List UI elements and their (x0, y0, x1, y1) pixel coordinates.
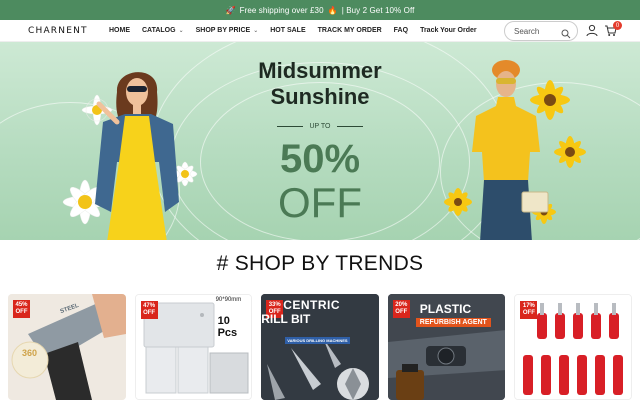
hero-model-left-image (62, 72, 198, 240)
nav-track-my-order[interactable]: TRACK MY ORDER (318, 27, 382, 34)
discount-badge: 17% OFF (520, 301, 538, 319)
cart-count-badge: 0 (613, 21, 622, 30)
search-box (504, 21, 578, 41)
nav-label: HOT SALE (270, 27, 306, 34)
chevron-down-icon: ⌄ (253, 28, 259, 34)
product-overlay-text: RILL BIT (261, 312, 311, 326)
product-card[interactable]: 33% OFF CENTRIC RILL BIT VARIOUS DRILLING… (261, 294, 379, 400)
main-nav: HOME CATALOG ⌄ SHOP BY PRICE ⌄ HOT SALE TR… (109, 27, 489, 34)
nav-home[interactable]: HOME (109, 27, 130, 34)
nav-label: SHOP BY PRICE (195, 27, 251, 34)
hero-title-line2: Sunshine (270, 84, 370, 109)
announcement-text-promo: | Buy 2 Get 10% Off (341, 5, 415, 15)
product-card[interactable]: 47% OFF 90*90mm 10 Pcs (134, 294, 253, 400)
hero-upto: UP TO (270, 123, 370, 130)
product-card[interactable]: 17% OFF (514, 294, 632, 400)
site-logo[interactable]: CHARNENT (28, 26, 106, 36)
nav-track-your-order[interactable]: Track Your Order (420, 27, 477, 34)
product-card[interactable]: 45% OFF STEEL 360 (8, 294, 126, 400)
product-overlay-text: 10 Pcs (217, 315, 238, 339)
nav-shop-by-price[interactable]: SHOP BY PRICE ⌄ (196, 27, 259, 34)
nav-label: FAQ (393, 27, 409, 34)
fire-icon: 🔥 (327, 5, 338, 15)
hero-discount-off: OFF (278, 179, 362, 226)
divider (277, 125, 304, 127)
chevron-down-icon: ⌄ (178, 28, 184, 34)
discount-badge: 20% OFF (392, 300, 410, 318)
product-overlay-text: CENTRIC (283, 298, 341, 312)
account-icon[interactable] (586, 24, 598, 42)
rocket-icon: 🚀 (225, 5, 236, 15)
product-overlay-text: VARIOUS DRILLING MACHINES (285, 337, 350, 344)
site-header: CHARNENT HOME CATALOG ⌄ SHOP BY PRICE ⌄ HO… (0, 20, 640, 42)
product-overlay-text: 360 (22, 348, 38, 358)
nav-faq[interactable]: FAQ (394, 27, 408, 34)
nav-label: HOME (109, 27, 130, 34)
section-title-shop-by-trends: # SHOP BY TRENDS (216, 252, 424, 275)
discount-badge: 47% OFF (140, 301, 158, 319)
search-input[interactable] (514, 26, 560, 36)
discount-badge: 45% OFF (13, 300, 30, 318)
nav-catalog[interactable]: CATALOG ⌄ (142, 27, 184, 34)
product-overlay-text: 90*90mm (215, 297, 242, 303)
nav-hot-sale[interactable]: HOT SALE (270, 27, 305, 34)
announcement-text-shipping: Free shipping over £30 (239, 5, 324, 15)
hero-model-right-image (444, 60, 586, 240)
divider (336, 125, 363, 127)
product-card-row: 45% OFF STEEL 360 47% OFF 90*90mm 10 Pcs 3… (8, 294, 632, 400)
product-card[interactable]: 20%OFF PLASTIC PARTS REFURBISH AGENT (387, 294, 506, 400)
hero-banner[interactable]: Midsummer Sunshine UP TO 50% OFF (0, 42, 640, 240)
hero-title-line1: Midsummer (258, 58, 382, 83)
hero-upto-label: UP TO (309, 123, 331, 130)
nav-label: CATALOG (142, 27, 176, 34)
hero-discount-percent: 50% (279, 137, 361, 181)
announcement-bar: 🚀 Free shipping over £30 🔥 | Buy 2 Get 1… (0, 0, 640, 20)
nav-label: Track Your Order (420, 27, 477, 34)
product-overlay-text: REFURBISH AGENT (415, 318, 491, 327)
nav-label: TRACK MY ORDER (317, 27, 382, 34)
hero-title: Midsummer Sunshine (240, 58, 400, 110)
